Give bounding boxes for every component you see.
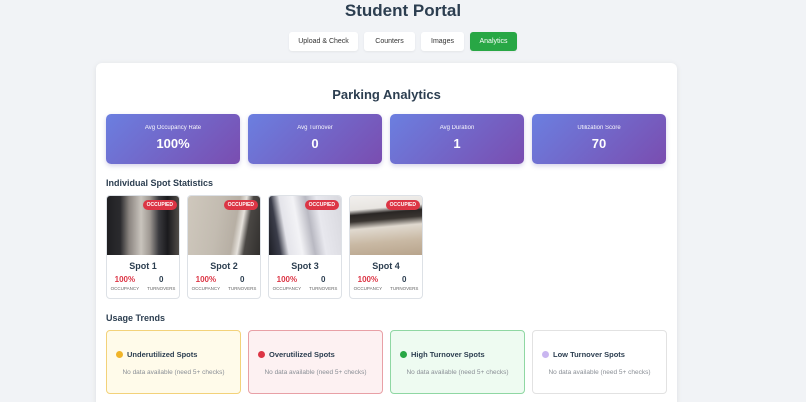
green-dot-icon [400,351,407,358]
occupancy-label: OCCUPANCY [272,286,302,291]
moon-icon [542,351,549,358]
tab-bar: Upload & Check Counters Images Analytics [0,32,806,51]
tab-counters[interactable]: Counters [364,32,415,51]
occupancy-value: 100% [114,275,136,284]
occupied-badge: OCCUPIED [142,200,177,210]
tab-upload-check[interactable]: Upload & Check [289,32,358,51]
turnovers-value: 0 [239,275,245,284]
trend-title: Underutilized Spots [127,350,198,359]
turnovers-label: TURNOVERS [309,286,338,291]
usage-trends-heading: Usage Trends [106,313,166,323]
occupancy-value: 100% [276,275,298,284]
spot-image: OCCUPIED [188,196,260,255]
stat-value: 70 [591,136,607,151]
spot-card[interactable]: OCCUPIED Spot 2 100% OCCUPANCY 0 TURNOVERS [187,195,261,299]
turnovers-label: TURNOVERS [390,286,419,291]
stat-label: Avg Turnover [297,125,333,131]
occupancy-value: 100% [357,275,379,284]
red-dot-icon [258,351,265,358]
spot-image: OCCUPIED [350,196,422,255]
turnovers-value: 0 [401,275,407,284]
stat-label: Avg Duration [439,125,475,131]
spot-name: Spot 1 [129,261,157,271]
trend-overutilized: Overutilized Spots No data available (ne… [248,330,383,394]
stat-label: Avg Occupancy Rate [144,125,202,131]
occupancy-label: OCCUPANCY [353,286,383,291]
trend-message: No data available (need 5+ checks) [406,369,509,376]
trend-message: No data available (need 5+ checks) [122,369,225,376]
spot-card[interactable]: OCCUPIED Spot 3 100% OCCUPANCY 0 TURNOVERS [268,195,342,299]
occupancy-value: 100% [195,275,217,284]
stat-avg-occupancy: Avg Occupancy Rate 100% [106,114,240,164]
occupied-badge: OCCUPIED [304,200,339,210]
spot-image: OCCUPIED [107,196,179,255]
spot-list: OCCUPIED Spot 1 100% OCCUPANCY 0 TURNOVERS… [106,195,423,299]
trend-low-turnover: Low Turnover Spots No data available (ne… [532,330,667,394]
trend-high-turnover: High Turnover Spots No data available (n… [390,330,525,394]
spot-name: Spot 4 [372,261,400,271]
analytics-card: Parking Analytics Avg Occupancy Rate 100… [96,63,677,402]
occupied-badge: OCCUPIED [223,200,258,210]
spot-statistics-heading: Individual Spot Statistics [106,178,214,188]
occupied-badge: OCCUPIED [385,200,420,210]
trend-title: Overutilized Spots [269,350,335,359]
trend-message: No data available (need 5+ checks) [548,369,651,376]
turnovers-label: TURNOVERS [147,286,176,291]
trend-underutilized: Underutilized Spots No data available (n… [106,330,241,394]
stats-row: Avg Occupancy Rate 100% Avg Turnover 0 A… [106,114,666,164]
tab-images[interactable]: Images [421,32,464,51]
turnovers-value: 0 [320,275,326,284]
turnovers-label: TURNOVERS [228,286,257,291]
tab-analytics[interactable]: Analytics [470,32,517,51]
stat-utilization-score: Utilization Score 70 [532,114,666,164]
stat-value: 0 [311,136,319,151]
analytics-title: Parking Analytics [332,87,441,102]
spot-name: Spot 2 [210,261,238,271]
trends-row: Underutilized Spots No data available (n… [106,330,667,394]
stat-avg-turnover: Avg Turnover 0 [248,114,382,164]
spot-image: OCCUPIED [269,196,341,255]
occupancy-label: OCCUPANCY [110,286,140,291]
spot-name: Spot 3 [291,261,319,271]
trend-title: High Turnover Spots [411,350,485,359]
stat-avg-duration: Avg Duration 1 [390,114,524,164]
yellow-dot-icon [116,351,123,358]
occupancy-label: OCCUPANCY [191,286,221,291]
stat-label: Utilization Score [577,125,621,131]
page-title: Student Portal [344,1,462,20]
spot-card[interactable]: OCCUPIED Spot 4 100% OCCUPANCY 0 TURNOVERS [349,195,423,299]
trend-title: Low Turnover Spots [553,350,625,359]
trend-message: No data available (need 5+ checks) [264,369,367,376]
stat-value: 100% [156,136,190,151]
stat-value: 1 [453,136,461,151]
spot-card[interactable]: OCCUPIED Spot 1 100% OCCUPANCY 0 TURNOVERS [106,195,180,299]
turnovers-value: 0 [158,275,164,284]
